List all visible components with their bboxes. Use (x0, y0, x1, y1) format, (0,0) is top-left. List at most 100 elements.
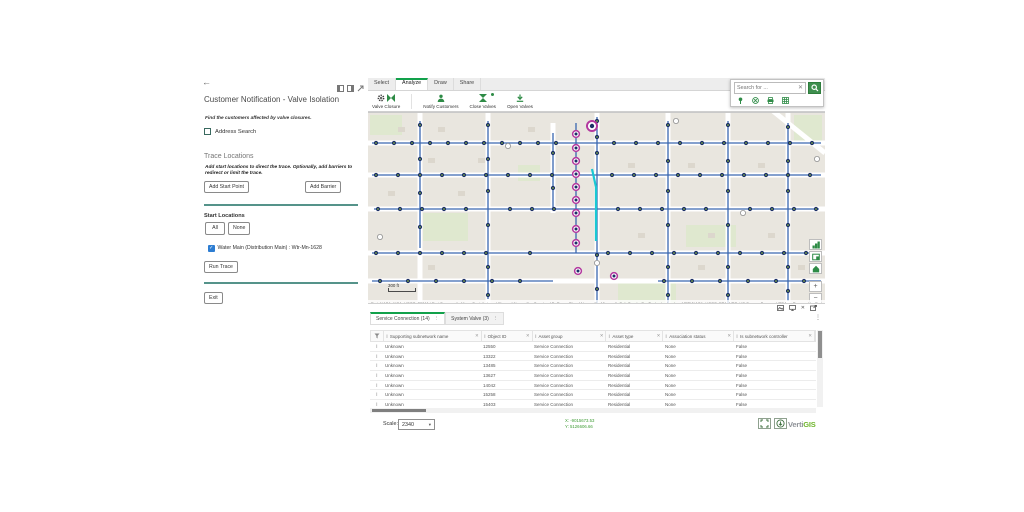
open-valves-tool[interactable]: Open Valves (507, 94, 533, 109)
tab-analyze[interactable]: Analyze (396, 78, 428, 90)
vertical-scrollbar[interactable] (817, 330, 823, 407)
status-bar: Scale: 2340 ▾ X: -9015673.53 Y: 5126606.… (368, 415, 825, 433)
back-arrow-icon[interactable]: ← (202, 78, 211, 87)
print-icon[interactable] (767, 97, 774, 104)
table-cell: 12550 (481, 344, 532, 349)
address-search-row[interactable]: Address Search (204, 128, 256, 135)
geolocate-icon (776, 419, 785, 428)
column-header[interactable]: ‖Association status✕ (663, 331, 734, 341)
table-row[interactable]: ‖Unknown13485Service ConnectionResidenti… (370, 361, 816, 371)
app: ← Customer Notification - Valve Isolatio… (0, 0, 1024, 512)
remove-column-icon[interactable]: ✕ (475, 333, 479, 339)
remove-column-icon[interactable]: ✕ (657, 333, 661, 339)
panel-divider (204, 282, 358, 284)
map-viewport[interactable]: 300 ft + − Esri, NASA, NGA, USGS, FEMA |… (368, 112, 825, 307)
filter-column[interactable] (371, 331, 384, 341)
remove-column-icon[interactable]: ✕ (526, 333, 530, 339)
table-cell: Residential (606, 344, 663, 349)
clear-results-icon[interactable] (752, 97, 759, 104)
pushpin-icon[interactable] (737, 97, 744, 104)
scrollbar-thumb[interactable] (372, 409, 426, 412)
tab-menu-icon[interactable]: ⋮ (493, 316, 499, 322)
status-buttons (758, 418, 787, 429)
page-title: Customer Notification - Valve Isolation (204, 95, 364, 104)
table-cell: Service Connection (532, 373, 606, 378)
row-drag-handle[interactable]: ‖ (370, 383, 383, 388)
scrollbar-thumb[interactable] (818, 331, 822, 358)
clear-search-icon[interactable]: ✕ (798, 85, 805, 91)
notify-customers-tool[interactable]: Notify Customers (423, 94, 458, 109)
maximize-panel-icon[interactable] (810, 305, 817, 311)
table-cell: Unknown (383, 373, 481, 378)
fullscreen-button[interactable] (758, 418, 771, 429)
close-panel-icon[interactable]: ✕ (801, 305, 805, 311)
table-cell: Unknown (383, 344, 481, 349)
scalebar-label: 300 ft (388, 283, 399, 288)
scale-select[interactable]: 2340 ▾ (398, 419, 435, 430)
search-box[interactable]: ✕ (734, 82, 806, 94)
column-header[interactable]: ‖Supporting subnetwork name✕ (384, 331, 482, 341)
table-cell: None (663, 354, 734, 359)
table-row[interactable]: ‖Unknown13627Service ConnectionResidenti… (370, 371, 816, 381)
column-header[interactable]: ‖Asset group✕ (533, 331, 607, 341)
zoom-in-button[interactable]: + (809, 281, 822, 292)
export-grid-icon[interactable] (782, 97, 789, 104)
remove-column-icon[interactable]: ✕ (600, 333, 604, 339)
start-location-checkbox[interactable]: ✓ (208, 245, 215, 252)
row-drag-handle[interactable]: ‖ (370, 402, 383, 407)
export-image-icon[interactable] (777, 305, 784, 311)
tab-share[interactable]: Share (454, 78, 481, 90)
search-popup: ✕ (730, 79, 824, 107)
search-icon (811, 79, 819, 97)
table-body: ‖Unknown12550Service ConnectionResidenti… (370, 342, 816, 407)
table-cell: Service Connection (532, 354, 606, 359)
row-drag-handle[interactable]: ‖ (370, 344, 383, 349)
legend-icon (812, 241, 820, 249)
page-subtitle: Find the customers affected by valve clo… (205, 116, 312, 121)
overview-map-button[interactable] (809, 251, 822, 262)
row-drag-handle[interactable]: ‖ (370, 373, 383, 378)
map-canvas[interactable] (368, 113, 825, 307)
table-row[interactable]: ‖Unknown14042Service ConnectionResidenti… (370, 381, 816, 391)
table-row[interactable]: ‖Unknown12550Service ConnectionResidenti… (370, 342, 816, 352)
table-cell: False (734, 402, 815, 407)
search-button[interactable] (808, 82, 821, 94)
scalebar: 300 ft (388, 283, 416, 292)
geolocate-button[interactable] (774, 418, 787, 429)
table-row[interactable]: ‖Unknown15258Service ConnectionResidenti… (370, 390, 816, 400)
remove-column-icon[interactable]: ✕ (727, 333, 731, 339)
start-location-item[interactable]: ✓ Water Main (Distribution Main) : Wtr-M… (208, 245, 322, 252)
present-on-screen-icon[interactable] (789, 305, 796, 311)
address-search-checkbox[interactable] (204, 128, 211, 135)
valve-closure-tool[interactable]: Valve Closure (372, 94, 400, 109)
table-cell: None (663, 392, 734, 397)
column-header[interactable]: ‖Object ID✕ (482, 331, 533, 341)
tab-menu-icon[interactable]: ⋮ (434, 316, 440, 322)
run-trace-button[interactable]: Run Trace (204, 261, 238, 273)
row-drag-handle[interactable]: ‖ (370, 354, 383, 359)
panel-menu-icon[interactable]: ⋮ (815, 314, 821, 321)
exit-button[interactable]: Exit (204, 292, 223, 304)
select-none-button[interactable]: None (228, 222, 250, 235)
column-header[interactable]: ‖Is subnetwork controller✕ (734, 331, 815, 341)
table-cell: Service Connection (532, 344, 606, 349)
row-drag-handle[interactable]: ‖ (370, 363, 383, 368)
close-valves-tool[interactable]: Close Valves (470, 94, 496, 109)
tab-system-valve[interactable]: System Valve (3) ⋮ (445, 312, 504, 325)
table-cell: Service Connection (532, 363, 606, 368)
row-drag-handle[interactable]: ‖ (370, 392, 383, 397)
horizontal-scrollbar[interactable] (370, 408, 816, 413)
remove-column-icon[interactable]: ✕ (808, 333, 812, 339)
tab-service-connection[interactable]: Service Connection (14) ⋮ (370, 312, 445, 325)
table-cell: False (734, 373, 815, 378)
table-row[interactable]: ‖Unknown15403Service ConnectionResidenti… (370, 400, 816, 407)
select-all-button[interactable]: All (205, 222, 225, 235)
search-input[interactable] (735, 85, 798, 91)
add-barrier-button[interactable]: Add Barrier (305, 181, 341, 193)
map-tools: + − (809, 239, 822, 304)
column-header[interactable]: ‖Asset type✕ (606, 331, 663, 341)
legend-button[interactable] (809, 239, 822, 250)
add-start-point-button[interactable]: Add Start Point (204, 181, 249, 193)
home-button[interactable] (809, 263, 822, 274)
table-row[interactable]: ‖Unknown13322Service ConnectionResidenti… (370, 352, 816, 362)
